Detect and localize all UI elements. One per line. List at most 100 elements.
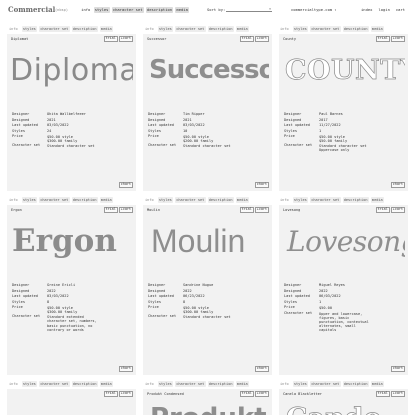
card-tab-styles[interactable]: styles: [157, 197, 174, 203]
card-tab-info[interactable]: info: [145, 382, 154, 386]
card-tab-character-set[interactable]: character set: [39, 26, 70, 32]
add-to-cart-button[interactable]: +cart: [118, 207, 133, 214]
nav-index[interactable]: index: [361, 7, 372, 12]
card-tab-styles[interactable]: styles: [292, 381, 309, 387]
family-name[interactable]: Moulin: [147, 208, 160, 212]
nav-login[interactable]: login: [378, 7, 389, 12]
family-card-diplomat[interactable]: Diplomat trial +cart Diplomat DesignerOh…: [7, 34, 136, 191]
trial-button[interactable]: trial: [375, 391, 390, 398]
card-tab-media[interactable]: media: [235, 381, 249, 387]
mode-tab-styles[interactable]: styles: [93, 7, 110, 13]
site-logo[interactable]: Commercial: [8, 5, 55, 14]
card-tab-character-set[interactable]: character set: [310, 197, 341, 203]
add-to-cart-button[interactable]: +cart: [254, 207, 269, 214]
card-tab-description[interactable]: description: [71, 26, 98, 32]
add-to-cart-button[interactable]: +cart: [118, 36, 133, 43]
card-tab-description[interactable]: description: [342, 381, 369, 387]
card-tab-character-set[interactable]: character set: [39, 197, 70, 203]
add-to-cart-button[interactable]: +cart: [118, 391, 133, 398]
card-tab-info[interactable]: info: [145, 27, 154, 31]
type-specimen[interactable]: Produkt: [146, 403, 269, 415]
card-tab-info[interactable]: info: [9, 198, 18, 202]
card-tab-media[interactable]: media: [370, 26, 384, 32]
card-tab-description[interactable]: description: [71, 197, 98, 203]
type-specimen[interactable]: COUNTY: [282, 44, 405, 96]
card-tab-description[interactable]: description: [207, 197, 234, 203]
add-to-cart-button[interactable]: +cart: [390, 391, 405, 398]
card-tab-media[interactable]: media: [370, 381, 384, 387]
type-specimen[interactable]: Ergon: [10, 215, 133, 267]
card-tab-media[interactable]: media: [235, 26, 249, 32]
chart-button[interactable]: chart: [254, 182, 269, 189]
card-tab-description[interactable]: description: [342, 26, 369, 32]
family-name[interactable]: County: [283, 37, 296, 41]
family-card-county[interactable]: County trial +cart COUNTY DesignerPaul B…: [279, 34, 408, 191]
family-card-produkt-condensed[interactable]: Produkt Condensed trial +cart Produkt: [143, 389, 272, 415]
trial-button[interactable]: trial: [239, 391, 254, 398]
card-tab-info[interactable]: info: [9, 382, 18, 386]
card-tab-media[interactable]: media: [235, 197, 249, 203]
family-card-lovesong[interactable]: Lovesong trial +cart Lovesong Designer Mi…: [279, 205, 408, 375]
site-selector[interactable]: commercialtype.com ▾: [291, 7, 336, 12]
chart-button[interactable]: chart: [254, 366, 269, 373]
chart-button[interactable]: chart: [390, 182, 405, 189]
card-tab-info[interactable]: info: [9, 27, 18, 31]
add-to-cart-button[interactable]: +cart: [254, 36, 269, 43]
sort-select[interactable]: ▾: [226, 6, 272, 12]
card-tab-media[interactable]: media: [99, 26, 113, 32]
card-tab-character-set[interactable]: character set: [39, 381, 70, 387]
mode-tab-info[interactable]: info: [80, 7, 92, 13]
card-tab-styles[interactable]: styles: [292, 197, 309, 203]
type-specimen[interactable]: Moulin: [146, 215, 269, 267]
type-specimen[interactable]: Cando: [282, 403, 405, 415]
trial-button[interactable]: trial: [103, 391, 118, 398]
type-specimen[interactable]: Diplomat: [10, 44, 133, 96]
card-tab-character-set[interactable]: character set: [175, 197, 206, 203]
trial-button[interactable]: trial: [103, 207, 118, 214]
card-tab-info[interactable]: info: [145, 198, 154, 202]
card-tab-info[interactable]: info: [280, 27, 289, 31]
trial-button[interactable]: trial: [103, 36, 118, 43]
nav-cart[interactable]: cart: [396, 7, 405, 12]
family-name[interactable]: Diplomat: [11, 37, 28, 41]
card-tab-description[interactable]: description: [342, 197, 369, 203]
card-tab-description[interactable]: description: [71, 381, 98, 387]
card-tab-styles[interactable]: styles: [21, 381, 38, 387]
mode-tab-description[interactable]: description: [145, 7, 174, 13]
card-tab-styles[interactable]: styles: [21, 197, 38, 203]
trial-button[interactable]: trial: [239, 36, 254, 43]
family-name[interactable]: Lovesong: [283, 208, 300, 212]
type-specimen[interactable]: Successor: [146, 44, 269, 96]
card-tab-styles[interactable]: styles: [292, 26, 309, 32]
add-to-cart-button[interactable]: +cart: [390, 36, 405, 43]
family-card-successor[interactable]: Successor trial +cart Successor Designer…: [143, 34, 272, 191]
card-tab-character-set[interactable]: character set: [310, 381, 341, 387]
chart-button[interactable]: chart: [118, 182, 133, 189]
card-tab-description[interactable]: description: [207, 381, 234, 387]
family-card-ergon[interactable]: Ergon trial +cart Ergon Designer Greine E…: [7, 205, 136, 375]
family-name[interactable]: Successor: [147, 37, 166, 41]
family-name[interactable]: Canela Blackletter: [283, 392, 322, 396]
family-card-moulin[interactable]: Moulin trial +cart Moulin Designer Sandri…: [143, 205, 272, 375]
add-to-cart-button[interactable]: +cart: [390, 207, 405, 214]
card-tab-info[interactable]: info: [280, 198, 289, 202]
family-card[interactable]: trial +cart: [7, 389, 136, 415]
card-tab-media[interactable]: media: [99, 197, 113, 203]
card-tab-description[interactable]: description: [207, 26, 234, 32]
chart-button[interactable]: chart: [390, 366, 405, 373]
card-tab-info[interactable]: info: [280, 382, 289, 386]
card-tab-character-set[interactable]: character set: [175, 26, 206, 32]
chart-button[interactable]: chart: [118, 366, 133, 373]
family-name[interactable]: Ergon: [11, 208, 22, 212]
card-tab-media[interactable]: media: [99, 381, 113, 387]
card-tab-character-set[interactable]: character set: [310, 26, 341, 32]
card-tab-media[interactable]: media: [370, 197, 384, 203]
card-tab-styles[interactable]: styles: [157, 26, 174, 32]
family-name[interactable]: Produkt Condensed: [147, 392, 184, 396]
family-card-canela-blackletter[interactable]: Canela Blackletter trial +cart Cando: [279, 389, 408, 415]
trial-button[interactable]: trial: [375, 207, 390, 214]
trial-button[interactable]: trial: [375, 36, 390, 43]
card-tab-styles[interactable]: styles: [21, 26, 38, 32]
mode-tab-media[interactable]: media: [175, 7, 190, 13]
card-tab-character-set[interactable]: character set: [175, 381, 206, 387]
